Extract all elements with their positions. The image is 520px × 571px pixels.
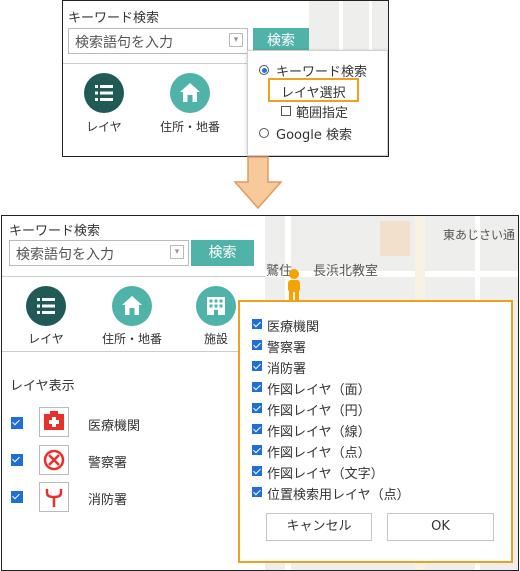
highlight-layer-select <box>268 78 359 102</box>
layer-label-hospital: 医療機関 <box>88 419 141 434</box>
radio-keyword-search[interactable] <box>259 65 269 75</box>
address-button[interactable] <box>170 73 210 113</box>
layer-button[interactable] <box>26 286 66 326</box>
home-icon <box>180 83 200 102</box>
search-button[interactable]: 検索 <box>191 240 254 266</box>
layer-checkbox-hospital[interactable] <box>11 417 23 429</box>
police-icon <box>39 445 69 475</box>
divider <box>2 276 265 277</box>
layer-checkbox-fire-station[interactable] <box>11 491 23 503</box>
layer-label-police: 警察署 <box>88 456 128 471</box>
address-button[interactable] <box>112 286 152 326</box>
map-building <box>380 221 410 256</box>
building-icon <box>207 297 225 315</box>
search-mode-dropdown: キーワード検索 レイヤ選択 範囲指定 Google 検索 <box>247 50 388 156</box>
highlight-layer-select-popup <box>238 300 513 563</box>
map-label: 長浜北教室 <box>313 264 379 279</box>
dropdown-toggle-icon[interactable]: ▾ <box>229 33 243 47</box>
layer-button[interactable] <box>84 73 124 113</box>
layer-label-fire-station: 消防署 <box>88 493 128 508</box>
dropdown-toggle-icon[interactable]: ▾ <box>170 245 184 259</box>
list-icon <box>37 298 55 314</box>
option-google-search[interactable]: Google 検索 <box>276 124 352 143</box>
divider <box>2 351 265 352</box>
map-label: 東あじさい通 <box>443 228 516 242</box>
search-placeholder: 検索語句を入力 <box>16 247 114 263</box>
facility-button-label: 施設 <box>203 332 228 346</box>
layer-display-title: レイヤ表示 <box>10 379 75 394</box>
address-button-label: 住所・地番 <box>159 120 220 134</box>
home-icon <box>122 296 142 315</box>
address-button-label: 住所・地番 <box>101 332 162 346</box>
layer-button-label: レイヤ <box>86 120 122 134</box>
down-arrow-icon <box>233 156 283 210</box>
street-view-pegman-icon[interactable] <box>284 268 304 302</box>
top-screenshot: キーワード検索 検索語句を入力 ▾ 検索 レイヤ 住所・地番 キーワード検索 レ… <box>62 0 389 157</box>
search-placeholder: 検索語句を入力 <box>75 35 173 51</box>
keyword-search-title: キーワード検索 <box>68 11 160 26</box>
search-input[interactable]: 検索語句を入力 ▾ <box>68 28 248 54</box>
bottom-side-panel: キーワード検索 検索語句を入力 ▾ 検索 レイヤ 住所・地番 施設 レイヤ表示 … <box>2 216 265 570</box>
keyword-search-title: キーワード検索 <box>9 224 101 239</box>
facility-button[interactable] <box>196 286 236 326</box>
option-range[interactable]: 範囲指定 <box>296 102 348 121</box>
layer-button-label: レイヤ <box>28 332 64 346</box>
checkbox-range[interactable] <box>281 106 291 116</box>
search-input[interactable]: 検索語句を入力 ▾ <box>9 240 189 266</box>
bottom-screenshot: 鷲住 長浜北教室 東あじさい通 キーワード検索 検索語句を入力 ▾ 検索 レイヤ <box>1 215 519 571</box>
list-icon <box>95 85 113 101</box>
fire-station-icon <box>39 482 69 512</box>
layer-checkbox-police[interactable] <box>11 454 23 466</box>
radio-google-search[interactable] <box>259 128 269 138</box>
hospital-icon <box>39 407 69 437</box>
